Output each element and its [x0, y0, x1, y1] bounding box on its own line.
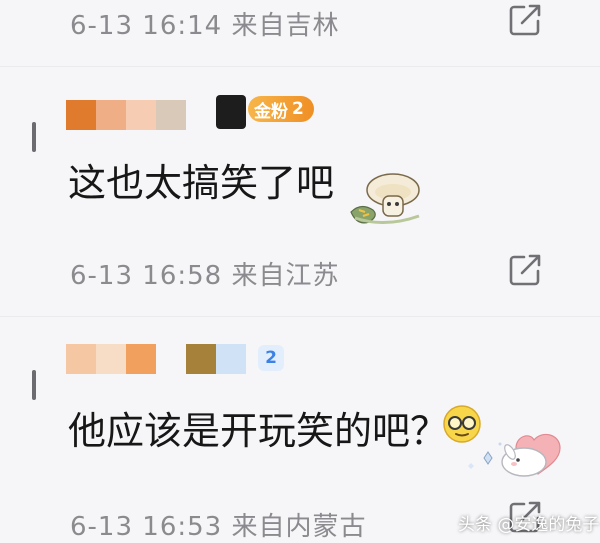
comment-meta: 6-13 16:58 来自江苏	[70, 261, 340, 291]
avatar[interactable]	[32, 122, 36, 152]
bunny-heart-sticker	[462, 430, 574, 490]
username-pixelated[interactable]	[66, 344, 246, 374]
comment-meta: 6-13 16:14 来自吉林	[70, 11, 340, 41]
gold-fan-badge: 金粉 2	[248, 96, 314, 122]
divider	[0, 66, 600, 67]
user-avatar-thumb	[216, 95, 246, 129]
badge-level: 2	[292, 99, 304, 119]
level-badge[interactable]: 2	[258, 345, 284, 371]
share-icon[interactable]	[508, 3, 542, 37]
badge-label: 金粉	[254, 101, 288, 122]
comment-1: 6-13 16:14 来自吉林	[0, 0, 600, 60]
divider	[0, 316, 600, 317]
fan-badge[interactable]: 金粉 2	[216, 95, 314, 129]
mushroom-sticker	[345, 170, 425, 232]
share-icon[interactable]	[508, 253, 542, 287]
watermark: 头条 @安逸的兔子	[458, 515, 600, 535]
comment-text: 他应该是开玩笑的吧？	[68, 409, 449, 453]
comment-meta: 6-13 16:53 来自内蒙古	[70, 512, 367, 542]
avatar[interactable]	[32, 370, 36, 400]
username-pixelated[interactable]	[66, 100, 186, 130]
comment-text: 这也太搞笑了吧	[68, 161, 335, 205]
